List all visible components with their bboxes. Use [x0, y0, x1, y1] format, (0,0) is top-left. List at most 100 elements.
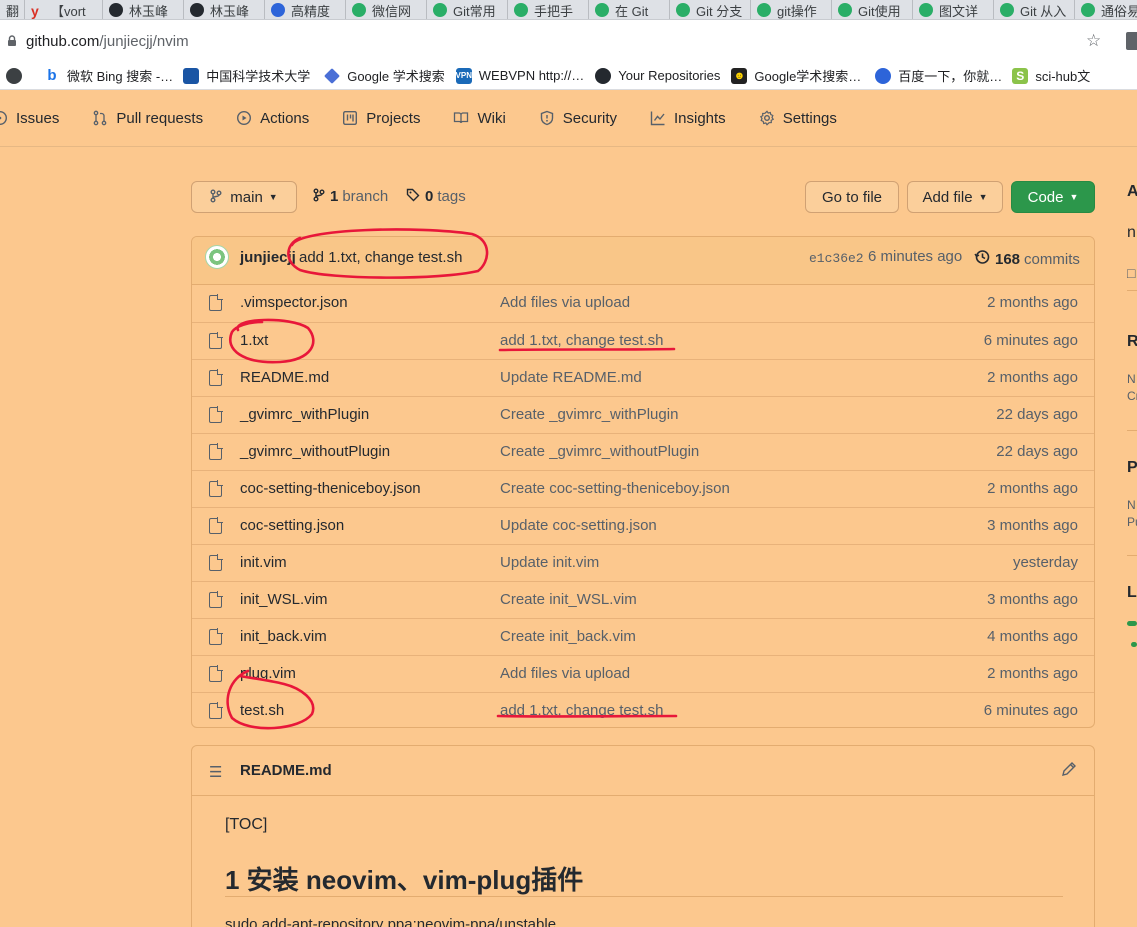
bookmark-item[interactable]: ☻ Google学术搜索… — [731, 66, 861, 85]
list-icon[interactable]: ☰ — [209, 763, 222, 781]
repo-tab-security[interactable]: Security — [539, 110, 617, 127]
browser-tab[interactable]: Git使用 — [832, 0, 913, 19]
bookmark-label: sci-hub文 — [1035, 69, 1091, 84]
bookmark-item[interactable]: VPN WEBVPN http://… — [456, 67, 585, 84]
file-name-link[interactable]: init.vim — [240, 554, 287, 571]
file-name-link[interactable]: coc-setting.json — [240, 517, 344, 534]
file-commit-message-link[interactable]: Add files via upload — [500, 294, 630, 311]
bookmark-item[interactable]: 百度一下，你就… — [875, 66, 1002, 85]
browser-tab[interactable]: 林玉峰 — [184, 0, 265, 19]
table-row: README.md Update README.md 2 months ago — [192, 359, 1094, 396]
file-name-link[interactable]: test.sh — [240, 702, 284, 719]
file-commit-message-link[interactable]: Update init.vim — [500, 554, 599, 571]
file-name-link[interactable]: _gvimrc_withoutPlugin — [240, 443, 390, 460]
file-commit-message-link[interactable]: Create init_back.vim — [500, 628, 636, 645]
file-icon — [209, 369, 223, 386]
wechat-icon — [676, 3, 690, 17]
bookmark-item[interactable]: Ssci-hub文 — [1012, 66, 1090, 85]
file-name-link[interactable]: plug.vim — [240, 665, 296, 682]
bookmark-item[interactable] — [6, 67, 29, 84]
table-row: init.vim Update init.vim yesterday — [192, 544, 1094, 581]
releases-link[interactable]: Cr — [1127, 389, 1137, 403]
file-name-link[interactable]: init_WSL.vim — [240, 591, 328, 608]
browser-tab[interactable]: 微信网 — [346, 0, 427, 19]
file-name-link[interactable]: .vimspector.json — [240, 294, 348, 311]
browser-tab[interactable]: git操作 — [751, 0, 832, 19]
code-button[interactable]: Code ▼ — [1011, 181, 1095, 213]
browser-tab[interactable]: 高精度 — [265, 0, 346, 19]
file-name-link[interactable]: _gvimrc_withPlugin — [240, 406, 369, 423]
browser-tab[interactable]: Git 从入 — [994, 0, 1075, 19]
packages-link[interactable]: Pu — [1127, 515, 1137, 529]
packages-heading[interactable]: P — [1127, 459, 1137, 477]
browser-tab[interactable]: 手把手 — [508, 0, 589, 19]
url-text[interactable]: github.com/junjiecjj/nvim — [26, 33, 189, 50]
apps-icon — [6, 67, 22, 84]
wechat-icon — [433, 3, 447, 17]
repo-tab-pull-requests[interactable]: Pull requests — [92, 110, 203, 127]
file-name-link[interactable]: 1.txt — [240, 332, 268, 349]
avatar[interactable] — [205, 245, 229, 269]
go-to-file-button[interactable]: Go to file — [805, 181, 899, 213]
file-commit-message-link[interactable]: Add files via upload — [500, 665, 630, 682]
commit-message[interactable]: add 1.txt, change test.sh — [299, 249, 462, 266]
browser-tab[interactable]: 林玉峰 — [103, 0, 184, 19]
file-commit-message-link[interactable]: Create _gvimrc_withPlugin — [500, 406, 678, 423]
file-name-link[interactable]: README.md — [240, 369, 329, 386]
bookmark-item[interactable]: Google 学术搜索 — [324, 66, 445, 85]
file-commit-message-link[interactable]: Create init_WSL.vim — [500, 591, 637, 608]
commit-sha[interactable]: e1c36e2 — [809, 251, 864, 266]
address-bar[interactable]: github.com/junjiecjj/nvim ☆ — [0, 20, 1137, 62]
lock-icon[interactable] — [6, 35, 18, 47]
commits-link[interactable]: 168 commits — [974, 249, 1080, 269]
commit-count: 168 — [995, 250, 1021, 268]
branch-select-button[interactable]: main ▼ — [191, 181, 297, 213]
branches-link[interactable]: 1 branch — [313, 188, 388, 205]
pencil-icon[interactable] — [1061, 761, 1077, 781]
browser-tab[interactable]: y 【vort — [25, 0, 103, 19]
browser-tab[interactable]: Git 分支 — [670, 0, 751, 19]
file-name-link[interactable]: coc-setting-theniceboy.json — [240, 480, 421, 497]
browser-tab[interactable]: 翻 — [0, 0, 25, 19]
releases-heading[interactable]: R — [1127, 333, 1137, 351]
file-commit-message-link[interactable]: Create coc-setting-theniceboy.json — [500, 480, 730, 497]
commit-time: 6 minutes ago — [868, 248, 963, 265]
bookmark-star-icon[interactable]: ☆ — [1086, 31, 1101, 51]
browser-tab[interactable]: 通俗易 — [1075, 0, 1137, 19]
readme-link-icon[interactable]: □ — [1127, 265, 1135, 281]
file-commit-message-link[interactable]: Update coc-setting.json — [500, 517, 657, 534]
file-commit-age: 2 months ago — [987, 294, 1078, 311]
file-commit-message-link[interactable]: Create _gvimrc_withoutPlugin — [500, 443, 699, 460]
readme-box: ☰ README.md [TOC] 1 安装 neovim、vim-plug插件… — [191, 745, 1095, 927]
browser-tab-label: git操作 — [777, 3, 817, 19]
tags-link[interactable]: 0 tags — [406, 188, 466, 205]
browser-tab[interactable]: Git常用 — [427, 0, 508, 19]
file-commit-message-link[interactable]: add 1.txt, change test.sh — [500, 332, 663, 349]
bookmark-item[interactable]: Your Repositories — [595, 67, 720, 84]
browser-tab[interactable]: 图文详 — [913, 0, 994, 19]
repo-tab-insights[interactable]: Insights — [650, 110, 726, 127]
gear-icon — [759, 110, 775, 126]
repo-tab-projects[interactable]: Projects — [342, 110, 420, 127]
repo-tab-wiki[interactable]: Wiki — [453, 110, 506, 127]
repo-tab-settings[interactable]: Settings — [759, 110, 837, 127]
bookmark-label: WEBVPN http://… — [478, 68, 585, 83]
wechat-icon — [595, 3, 609, 17]
browser-tab[interactable]: 在 Git — [589, 0, 670, 19]
tag-icon — [406, 188, 420, 205]
y-icon: y — [31, 3, 39, 19]
repo-tab-actions[interactable]: Actions — [236, 110, 309, 127]
bookmark-item[interactable]: b 微软 Bing 搜索 -… — [44, 66, 173, 85]
github-icon — [109, 3, 123, 17]
file-name-link[interactable]: init_back.vim — [240, 628, 327, 645]
book-icon — [453, 110, 469, 126]
bookmark-label: Google 学术搜索 — [347, 69, 445, 84]
file-commit-message-link[interactable]: add 1.txt, change test.sh — [500, 702, 663, 719]
add-file-button[interactable]: Add file ▼ — [907, 181, 1003, 213]
commit-author[interactable]: junjiecjj — [240, 249, 296, 266]
file-commit-message-link[interactable]: Update README.md — [500, 369, 642, 386]
repo-tab-issues[interactable]: Issues — [0, 110, 59, 127]
readme-title[interactable]: README.md — [240, 762, 332, 779]
extension-icon[interactable] — [1126, 32, 1137, 50]
bookmark-item[interactable]: 中国科学技术大学 — [183, 66, 310, 85]
